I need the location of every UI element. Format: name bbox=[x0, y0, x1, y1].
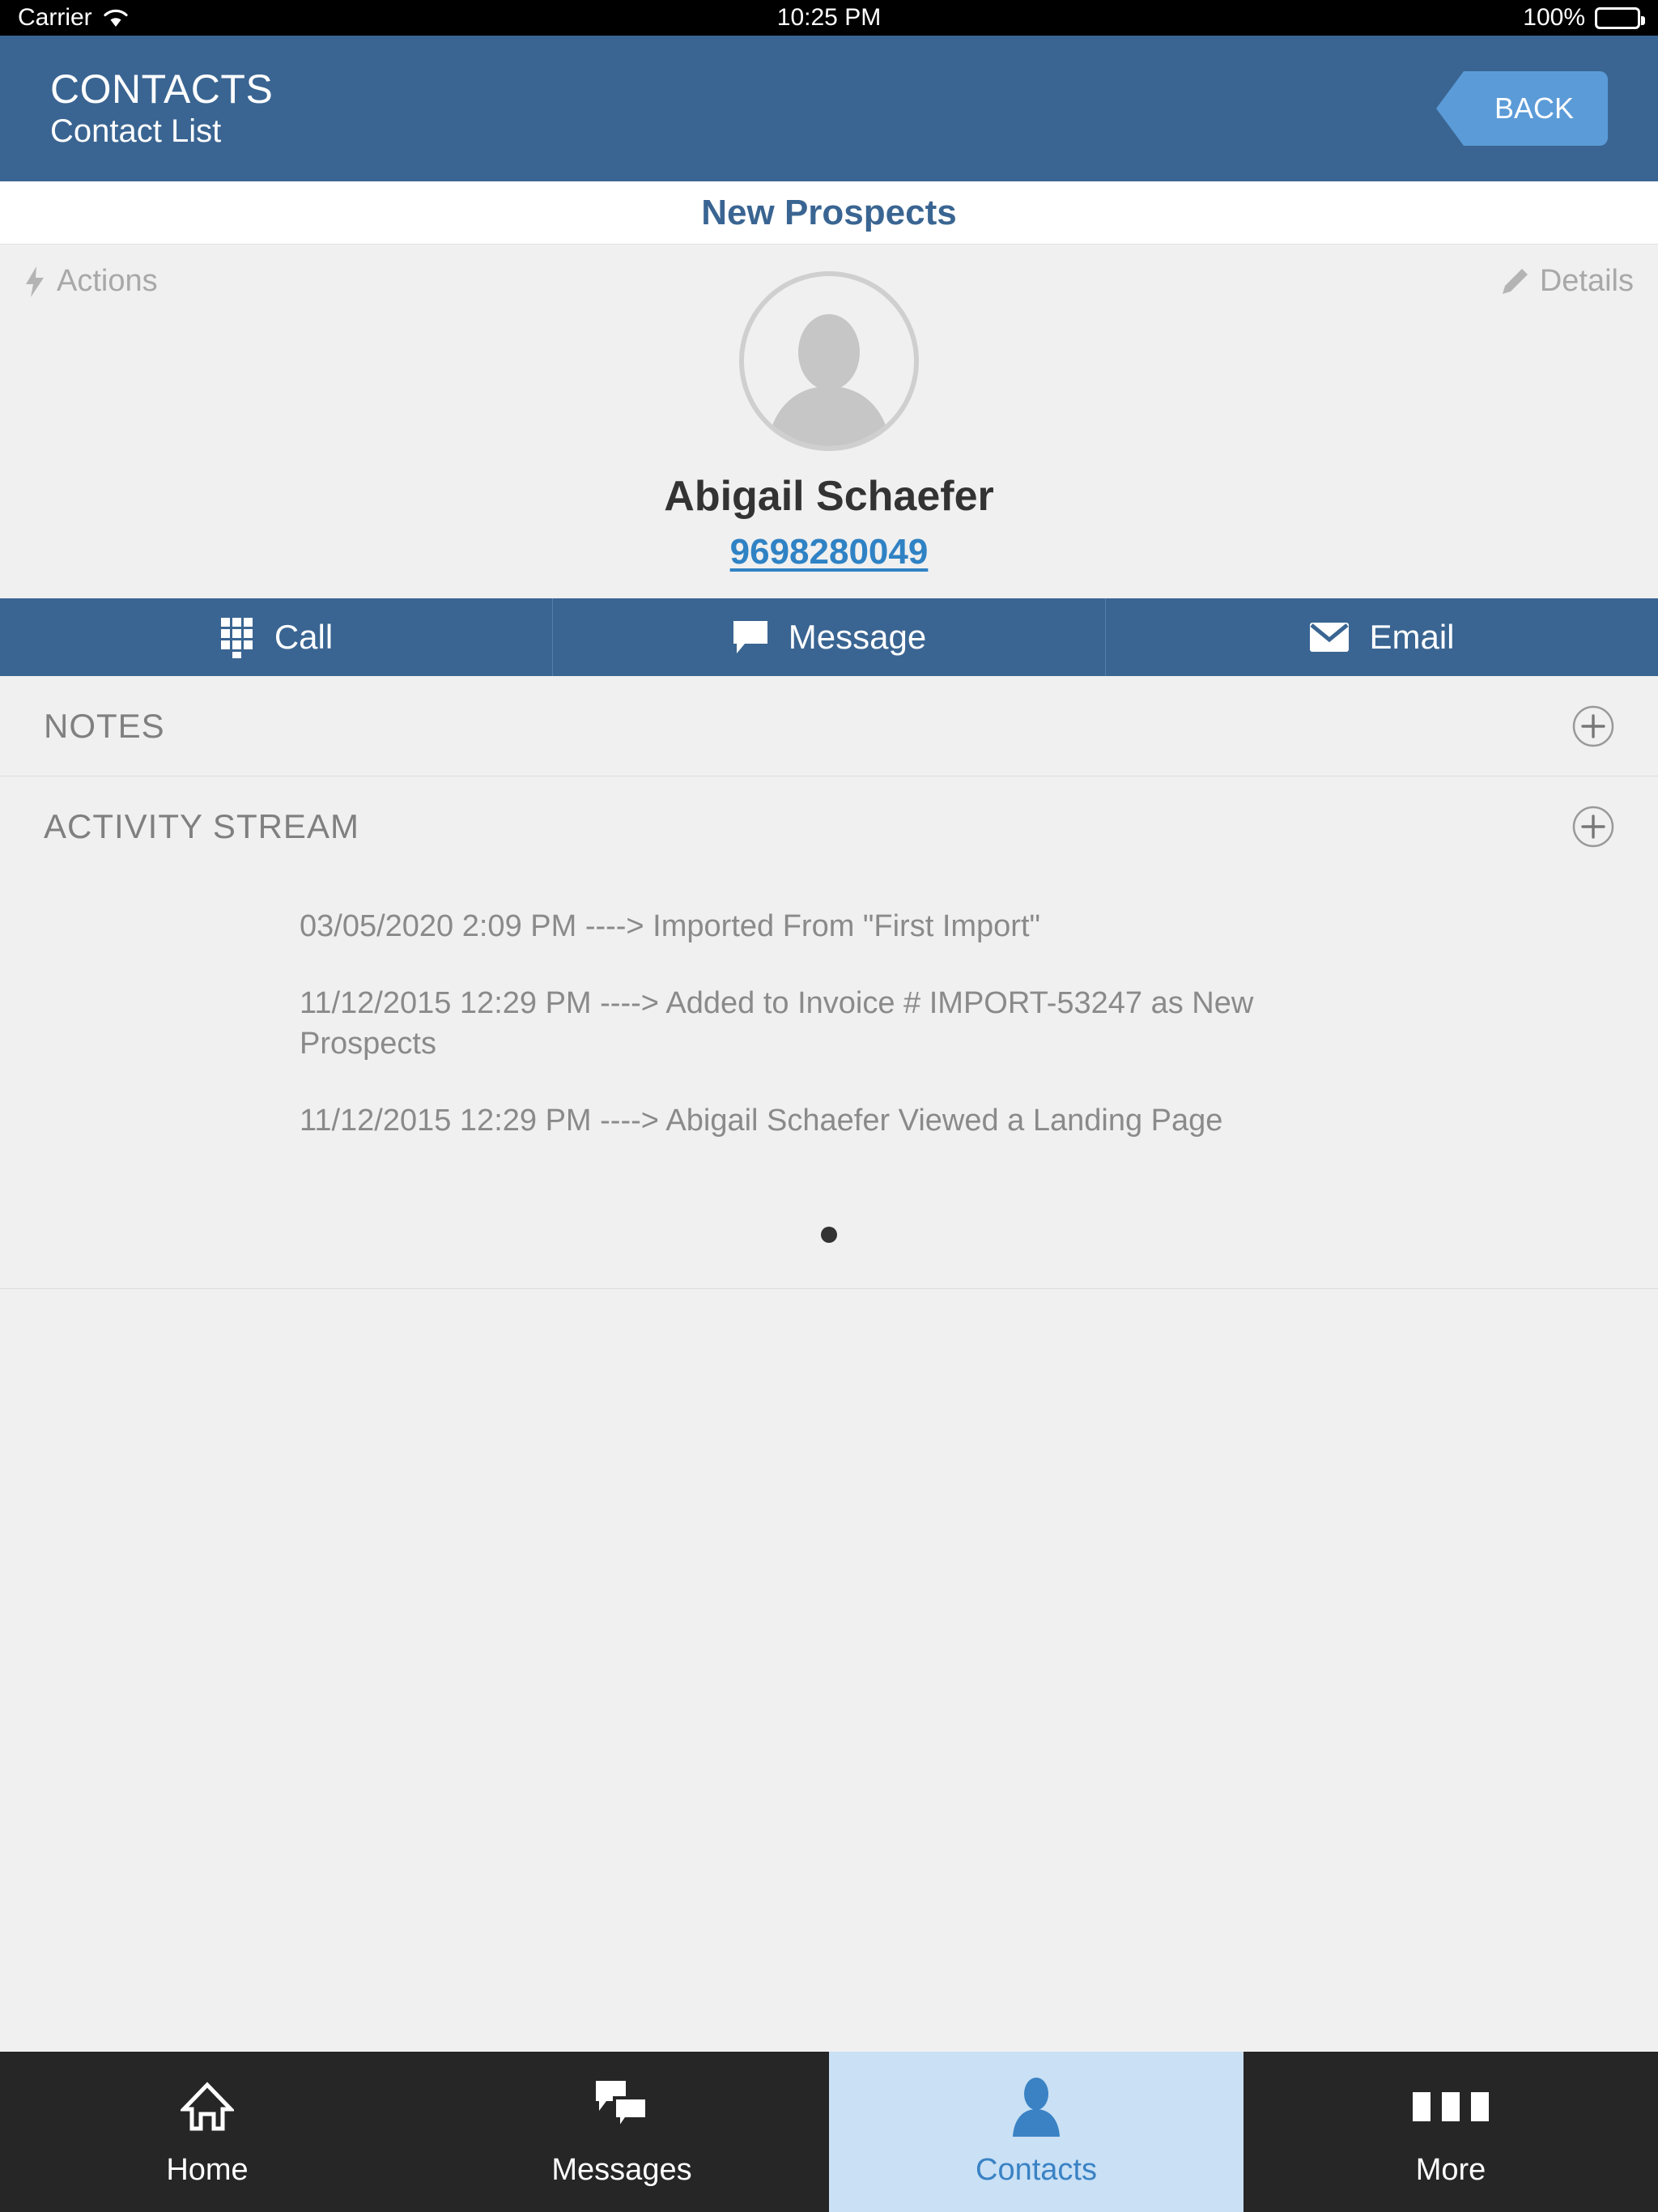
activity-stream: 03/05/2020 2:09 PM ----> Imported From "… bbox=[0, 877, 1658, 1290]
contact-phone-value: 9698280049 bbox=[729, 532, 929, 572]
activity-item: 11/12/2015 12:29 PM ----> Abigail Schaef… bbox=[300, 1103, 1223, 1138]
avatar-wrapper bbox=[0, 271, 1658, 451]
status-bar-time: 10:25 PM bbox=[776, 4, 882, 31]
empty-content-area bbox=[0, 1289, 1658, 2052]
envelope-icon bbox=[1310, 623, 1350, 652]
status-bar: Carrier 10:25 PM 100% bbox=[0, 0, 1658, 36]
notes-section-header: NOTES bbox=[0, 676, 1658, 776]
battery-icon bbox=[1595, 6, 1645, 29]
pencil-icon bbox=[1502, 268, 1528, 294]
message-label: Message bbox=[788, 618, 927, 656]
app-screen: Carrier 10:25 PM 100% CONTACTS Contact L… bbox=[0, 0, 1658, 2212]
speech-bubble-icon bbox=[733, 621, 767, 653]
lightning-bolt-icon bbox=[26, 266, 44, 297]
status-bar-right: 100% bbox=[1523, 4, 1645, 32]
back-button[interactable]: BACK bbox=[1436, 71, 1608, 146]
activity-item: 03/05/2020 2:09 PM ----> Imported From "… bbox=[300, 909, 1041, 943]
tab-more[interactable]: More bbox=[1244, 2052, 1658, 2212]
activity-list: 03/05/2020 2:09 PM ----> Imported From "… bbox=[0, 906, 1658, 1141]
list-title-bar: New Prospects bbox=[0, 181, 1658, 245]
person-placeholder-avatar-icon bbox=[767, 314, 891, 446]
contact-card: Actions Details Abigail Schaefer 9698280… bbox=[0, 245, 1658, 598]
activity-page-indicator[interactable] bbox=[0, 1176, 1658, 1288]
page-title: CONTACTS bbox=[50, 66, 274, 113]
tab-contacts[interactable]: Contacts bbox=[829, 2052, 1244, 2212]
nav-title-group: CONTACTS Contact List bbox=[50, 66, 274, 150]
contact-phone-link[interactable]: 9698280049 bbox=[0, 532, 1658, 572]
add-note-plus-circle-icon[interactable] bbox=[1572, 705, 1614, 747]
notes-title: NOTES bbox=[44, 706, 165, 745]
contacts-person-icon bbox=[1010, 2077, 1063, 2137]
tab-home-label: Home bbox=[166, 2152, 249, 2187]
page-subtitle: Contact List bbox=[50, 113, 222, 150]
tab-home[interactable]: Home bbox=[0, 2052, 414, 2212]
list-title: New Prospects bbox=[701, 192, 957, 232]
avatar[interactable] bbox=[739, 271, 919, 451]
actions-button[interactable]: Actions bbox=[24, 264, 158, 299]
battery-percent-label: 100% bbox=[1523, 4, 1585, 31]
activity-item: 11/12/2015 12:29 PM ----> Added to Invoi… bbox=[300, 985, 1254, 1061]
call-label: Call bbox=[274, 618, 334, 656]
activity-title: ACTIVITY STREAM bbox=[44, 807, 359, 845]
contact-action-bar: Call Message Email bbox=[0, 598, 1658, 676]
tab-contacts-label: Contacts bbox=[976, 2152, 1097, 2187]
bottom-tab-bar: Home Messages Contacts More bbox=[0, 2052, 1658, 2212]
details-button[interactable]: Details bbox=[1501, 264, 1634, 299]
call-button[interactable]: Call bbox=[0, 598, 553, 676]
page-dot bbox=[821, 1227, 837, 1244]
more-dots-icon bbox=[1413, 2077, 1489, 2137]
email-button[interactable]: Email bbox=[1106, 598, 1658, 676]
messages-icon bbox=[593, 2077, 650, 2137]
activity-section-header: ACTIVITY STREAM bbox=[0, 776, 1658, 877]
message-button[interactable]: Message bbox=[553, 598, 1106, 676]
tab-messages[interactable]: Messages bbox=[414, 2052, 829, 2212]
tab-messages-label: Messages bbox=[551, 2152, 692, 2187]
add-activity-plus-circle-icon[interactable] bbox=[1572, 806, 1614, 848]
home-icon bbox=[181, 2077, 234, 2137]
details-label: Details bbox=[1539, 264, 1634, 298]
contact-name: Abigail Schaefer bbox=[664, 473, 994, 520]
email-label: Email bbox=[1369, 618, 1455, 656]
actions-label: Actions bbox=[57, 264, 158, 298]
tab-more-label: More bbox=[1415, 2152, 1486, 2187]
dialpad-icon bbox=[220, 618, 253, 658]
nav-header: CONTACTS Contact List BACK bbox=[0, 36, 1658, 181]
